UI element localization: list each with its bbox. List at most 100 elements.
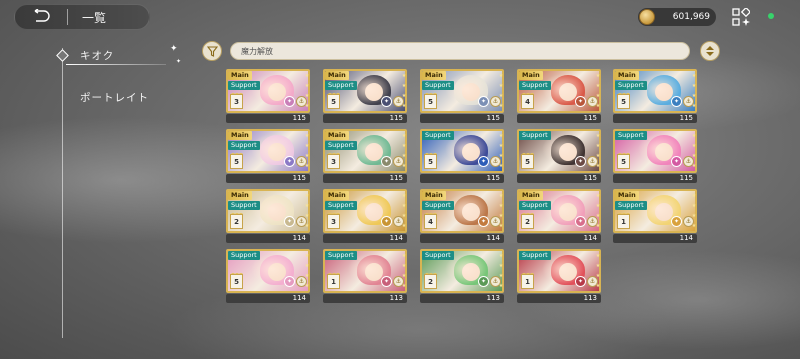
sparkle-icon: ✦: [170, 44, 178, 54]
limit-break-badge: 3: [327, 214, 340, 229]
support-tag: Support: [519, 201, 551, 210]
main-tag: Main: [422, 71, 446, 80]
limit-break-badge: 4: [521, 94, 534, 109]
rarity-stars-icon: ★ ★ ★ ★: [401, 253, 407, 289]
main-tag: Main: [519, 191, 543, 200]
rarity-stars-icon: ★ ★ ★ ★: [691, 73, 697, 109]
card-level: 113: [517, 294, 601, 303]
attribute-icon: ✦: [381, 96, 392, 107]
nav-item-kioku[interactable]: キオク: [80, 48, 114, 63]
card-level: 113: [420, 294, 504, 303]
main-tag: Main: [615, 191, 639, 200]
memoria-card[interactable]: Main Support 3 ✦ ⚓ ★ ★ ★ ★ 114: [323, 189, 407, 243]
limit-break-badge: 5: [230, 274, 243, 289]
rarity-stars-icon: ★ ★ ★ ★: [595, 193, 601, 229]
memoria-card[interactable]: Main Support 5 ✦ ⚓ ★ ★ ★ ★ 115: [420, 69, 504, 123]
attribute-icon: ✦: [575, 96, 586, 107]
support-tag: Support: [325, 251, 357, 260]
main-tag: Main: [325, 191, 349, 200]
support-tag: Support: [422, 131, 454, 140]
filter-button[interactable]: [202, 41, 222, 61]
memoria-card[interactable]: Main Support 4 ✦ ⚓ ★ ★ ★ ★ 115: [517, 69, 601, 123]
status-indicator: [768, 13, 774, 19]
menu-grid-icon[interactable]: [732, 6, 752, 26]
back-button[interactable]: [15, 5, 67, 29]
attribute-icon: ✦: [575, 156, 586, 167]
main-tag: Main: [325, 71, 349, 80]
main-tag: Main: [228, 71, 252, 80]
memoria-card[interactable]: Support 5 ✦ ⚓ ★ ★ ★ ★ 114: [226, 249, 310, 303]
memoria-card[interactable]: Support 2 ✦ ⚓ ★ ★ ★ ★ 113: [420, 249, 504, 303]
limit-break-badge: 1: [327, 274, 340, 289]
memoria-card[interactable]: Support 5 ✦ ⚓ ★ ★ ★ ★ 115: [420, 129, 504, 183]
memoria-card[interactable]: Support 5 ✦ ⚓ ★ ★ ★ ★ 115: [613, 129, 697, 183]
rarity-stars-icon: ★ ★ ★ ★: [595, 73, 601, 109]
memoria-card[interactable]: Main Support 3 ✦ ⚓ ★ ★ ★ ★ 115: [323, 129, 407, 183]
memoria-card[interactable]: Main Support 5 ✦ ⚓ ★ ★ ★ ★ 115: [226, 129, 310, 183]
attribute-icon: ✦: [671, 156, 682, 167]
card-level: 115: [323, 114, 407, 123]
memoria-card[interactable]: Main Support 3 ✦ ⚓ ★ ★ ★ ★ 115: [226, 69, 310, 123]
rarity-stars-icon: ★ ★ ★ ★: [691, 133, 697, 169]
nav-active-underline: [66, 64, 166, 65]
limit-break-badge: 2: [521, 214, 534, 229]
limit-break-badge: 5: [617, 154, 630, 169]
filter-field[interactable]: 魔力解放: [230, 42, 690, 60]
card-level: 115: [323, 174, 407, 183]
rarity-stars-icon: ★ ★ ★ ★: [401, 73, 407, 109]
filter-value: 魔力解放: [241, 46, 273, 56]
main-tag: Main: [615, 71, 639, 80]
main-tag: Main: [325, 131, 349, 140]
attribute-icon: ✦: [284, 216, 295, 227]
attribute-icon: ✦: [381, 156, 392, 167]
limit-break-badge: 2: [230, 214, 243, 229]
sparkle-icon: ✦: [176, 58, 182, 65]
filter-funnel-icon: [206, 42, 218, 61]
sort-button[interactable]: [700, 41, 720, 61]
card-level: 114: [226, 234, 310, 243]
memoria-card[interactable]: Main Support 2 ✦ ⚓ ★ ★ ★ ★ 114: [517, 189, 601, 243]
top-bar: 一覧 601,969: [0, 0, 800, 34]
limit-break-badge: 5: [424, 154, 437, 169]
memoria-card[interactable]: Support 5 ✦ ⚓ ★ ★ ★ ★ 115: [517, 129, 601, 183]
sort-arrows-icon: [705, 42, 715, 61]
attribute-icon: ✦: [478, 96, 489, 107]
support-tag: Support: [325, 141, 357, 150]
limit-break-badge: 1: [521, 274, 534, 289]
limit-break-badge: 5: [424, 94, 437, 109]
memoria-card[interactable]: Main Support 5 ✦ ⚓ ★ ★ ★ ★ 115: [613, 69, 697, 123]
rarity-stars-icon: ★ ★ ★ ★: [304, 253, 310, 289]
memoria-card[interactable]: Main Support 1 ✦ ⚓ ★ ★ ★ ★ 114: [613, 189, 697, 243]
coin-icon: [639, 9, 655, 25]
nav-item-portrait[interactable]: ポートレイト: [80, 90, 149, 105]
card-level: 115: [613, 174, 697, 183]
support-tag: Support: [615, 81, 647, 90]
nav-rail: [62, 48, 63, 338]
support-tag: Support: [519, 251, 551, 260]
support-tag: Support: [422, 81, 454, 90]
card-level: 115: [613, 114, 697, 123]
support-tag: Support: [325, 201, 357, 210]
limit-break-badge: 1: [617, 214, 630, 229]
attribute-icon: ✦: [284, 276, 295, 287]
limit-break-badge: 5: [230, 154, 243, 169]
limit-break-badge: 3: [230, 94, 243, 109]
rarity-stars-icon: ★ ★ ★ ★: [691, 193, 697, 229]
attribute-icon: ✦: [284, 96, 295, 107]
card-level: 115: [420, 174, 504, 183]
memoria-card[interactable]: Main Support 4 ✦ ⚓ ★ ★ ★ ★ 114: [420, 189, 504, 243]
card-level: 113: [323, 294, 407, 303]
attribute-icon: ✦: [671, 216, 682, 227]
memoria-card[interactable]: Main Support 5 ✦ ⚓ ★ ★ ★ ★ 115: [323, 69, 407, 123]
attribute-icon: ✦: [478, 276, 489, 287]
main-tag: Main: [228, 191, 252, 200]
attribute-icon: ✦: [575, 216, 586, 227]
memoria-card[interactable]: Support 1 ✦ ⚓ ★ ★ ★ ★ 113: [517, 249, 601, 303]
main-tag: Main: [228, 131, 252, 140]
memoria-card[interactable]: Main Support 2 ✦ ⚓ ★ ★ ★ ★ 114: [226, 189, 310, 243]
card-level: 114: [323, 234, 407, 243]
support-tag: Support: [325, 81, 357, 90]
rarity-stars-icon: ★ ★ ★ ★: [595, 133, 601, 169]
memoria-card[interactable]: Support 1 ✦ ⚓ ★ ★ ★ ★ 113: [323, 249, 407, 303]
rarity-stars-icon: ★ ★ ★ ★: [498, 133, 504, 169]
